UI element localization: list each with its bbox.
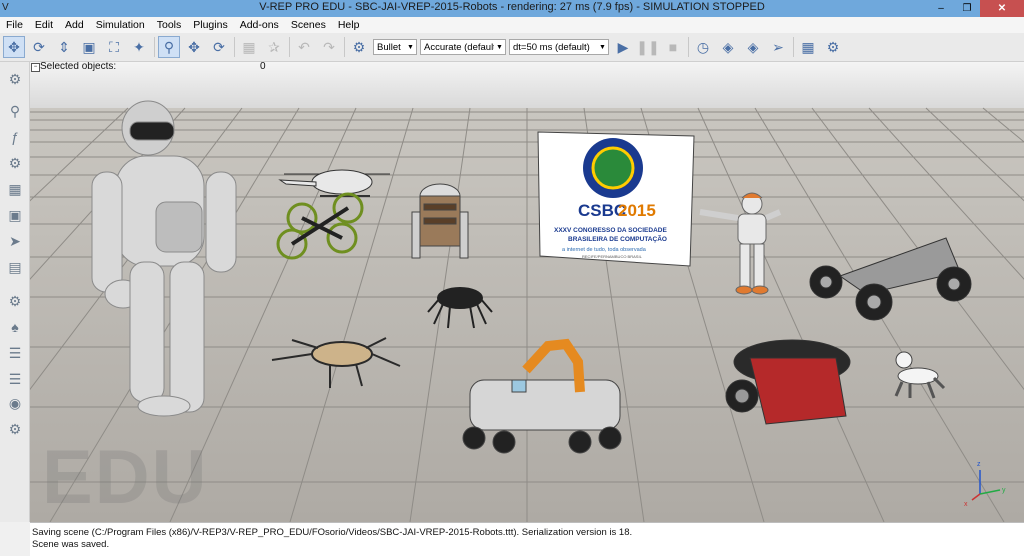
- selected-objects-count: 0: [260, 62, 266, 72]
- csbc-banner: CSBC 2015 XXXV CONGRESSO DA SOCIEDADE BR…: [537, 131, 695, 267]
- toolbar-separator: [344, 37, 345, 57]
- fit-to-view-icon[interactable]: ⛶: [103, 36, 125, 58]
- banner-line-2: BRASILEIRA DE COMPUTAÇÃO: [568, 234, 667, 243]
- film-reel-icon[interactable]: ◉: [4, 392, 26, 414]
- pause-icon[interactable]: ❚❚: [636, 36, 659, 58]
- shape-edit-icon[interactable]: ⚙: [4, 152, 26, 174]
- object-select-icon[interactable]: ⚲: [158, 36, 180, 58]
- chevron-down-icon: ▼: [599, 43, 606, 51]
- redo-icon[interactable]: ↷: [318, 36, 340, 58]
- stop-icon[interactable]: ■: [662, 36, 684, 58]
- banner-location: RECIFE/PERNAMBUCO BRASIL: [582, 254, 643, 259]
- close-button[interactable]: ✕: [980, 0, 1024, 17]
- chevron-down-icon: ▼: [407, 43, 414, 51]
- status-line-2: Scene was saved.: [32, 539, 110, 550]
- toolbar-separator: [234, 37, 235, 57]
- physics-engine-select[interactable]: Bullet ▼: [373, 39, 417, 55]
- object-properties-icon[interactable]: ⚙: [4, 68, 26, 90]
- menu-add[interactable]: Add: [59, 17, 90, 33]
- play-icon[interactable]: ▶: [612, 36, 634, 58]
- scene-hierarchy-icon[interactable]: ➤: [4, 230, 26, 252]
- status-left-gutter: [0, 522, 30, 555]
- menu-simulation[interactable]: Simulation: [90, 17, 151, 33]
- camera-shift-icon[interactable]: ⇕: [53, 36, 75, 58]
- object-shift-icon[interactable]: ✥: [183, 36, 205, 58]
- axis-y-label: y: [1002, 487, 1006, 494]
- minimize-button[interactable]: –: [928, 0, 954, 17]
- left-toolbar: ⚙ ⚲ ƒ ⚙ ▦ ▣ ➤ ▤ ⚙ ♠ ☰ ☰ ◉ ⚙: [0, 62, 30, 522]
- scene-viewport[interactable]: CSBC 2015 XXXV CONGRESSO DA SOCIEDADE BR…: [30, 62, 1024, 522]
- realtime-icon[interactable]: ◷: [692, 36, 714, 58]
- undo-icon[interactable]: ↶: [293, 36, 315, 58]
- properties-list-icon[interactable]: ☰: [4, 342, 26, 364]
- collapse-icon[interactable]: −: [31, 63, 40, 72]
- faster-icon[interactable]: ◈: [742, 36, 764, 58]
- camera-angle-icon[interactable]: ▣: [78, 36, 100, 58]
- model-browser-icon[interactable]: ▣: [4, 204, 26, 226]
- thread-icon[interactable]: ➢: [767, 36, 789, 58]
- banner-tagline: a internet de tudo, toda observada: [562, 247, 647, 253]
- status-line-1: Saving scene (C:/Program Files (x86)/V-R…: [32, 527, 633, 538]
- assemble-icon[interactable]: ▦: [238, 36, 260, 58]
- main-toolbar: ✥ ⟳ ⇕ ▣ ⛶ ✦ ⚲ ✥ ⟳ ▦ ✰ ↶ ↷ ⚙ Bullet ▼ Accu…: [0, 33, 1024, 62]
- menu-help[interactable]: Help: [332, 17, 366, 33]
- menu-bar: File Edit Add Simulation Tools Plugins A…: [0, 17, 1024, 33]
- dynamics-icon[interactable]: ⚙: [348, 36, 370, 58]
- selection-icon[interactable]: ▦: [4, 178, 26, 200]
- window-controls: – ❐ ✕: [928, 0, 1024, 17]
- timestep-select[interactable]: dt=50 ms (default) ▼: [509, 39, 609, 55]
- settings-gear-icon[interactable]: ⚙: [4, 418, 26, 440]
- camera-rotate-icon[interactable]: ⟳: [28, 36, 50, 58]
- video-recorder-icon[interactable]: ⚙: [4, 290, 26, 312]
- transfer-dna-icon[interactable]: ✰: [263, 36, 285, 58]
- menu-scenes[interactable]: Scenes: [285, 17, 332, 33]
- page-icon[interactable]: ▦: [797, 36, 819, 58]
- axis-x-label: x: [964, 501, 968, 508]
- scripts-icon[interactable]: ƒ: [4, 126, 26, 148]
- accuracy-select[interactable]: Accurate (default) ▼: [420, 39, 506, 55]
- maximize-button[interactable]: ❐: [954, 0, 980, 17]
- menu-add-ons[interactable]: Add-ons: [234, 17, 285, 33]
- title-bar: V V-REP PRO EDU - SBC-JAI-VREP-2015-Robo…: [0, 0, 1024, 18]
- toolbar-separator: [793, 37, 794, 57]
- calculation-module-icon[interactable]: ⚲: [4, 100, 26, 122]
- object-rotate-icon[interactable]: ⟳: [208, 36, 230, 58]
- chevron-down-icon: ▼: [496, 43, 503, 51]
- banner-year: 2015: [618, 201, 656, 220]
- edu-watermark: EDU: [42, 435, 209, 520]
- slower-icon[interactable]: ◈: [717, 36, 739, 58]
- red-mobile-robot-model: [725, 339, 851, 425]
- user-settings-icon[interactable]: ♠: [4, 316, 26, 338]
- layers-icon[interactable]: ▤: [4, 256, 26, 278]
- scene-icon[interactable]: ⚙: [822, 36, 844, 58]
- stack-icon[interactable]: ☰: [4, 368, 26, 390]
- status-console[interactable]: Saving scene (C:/Program Files (x86)/V-R…: [30, 522, 1024, 556]
- toolbar-separator: [688, 37, 689, 57]
- banner-line-1: XXXV CONGRESSO DA SOCIEDADE: [554, 227, 667, 234]
- axis-z-label: z: [977, 461, 981, 468]
- fly-icon[interactable]: ✦: [128, 36, 150, 58]
- camera-pan-icon[interactable]: ✥: [3, 36, 25, 58]
- selected-objects-label: Selected objects:: [40, 62, 117, 72]
- toolbar-separator: [289, 37, 290, 57]
- toolbar-separator: [154, 37, 155, 57]
- menu-edit[interactable]: Edit: [29, 17, 59, 33]
- window-title: V-REP PRO EDU - SBC-JAI-VREP-2015-Robots…: [259, 1, 765, 13]
- menu-tools[interactable]: Tools: [151, 17, 188, 33]
- menu-file[interactable]: File: [0, 17, 29, 33]
- menu-plugins[interactable]: Plugins: [187, 17, 233, 33]
